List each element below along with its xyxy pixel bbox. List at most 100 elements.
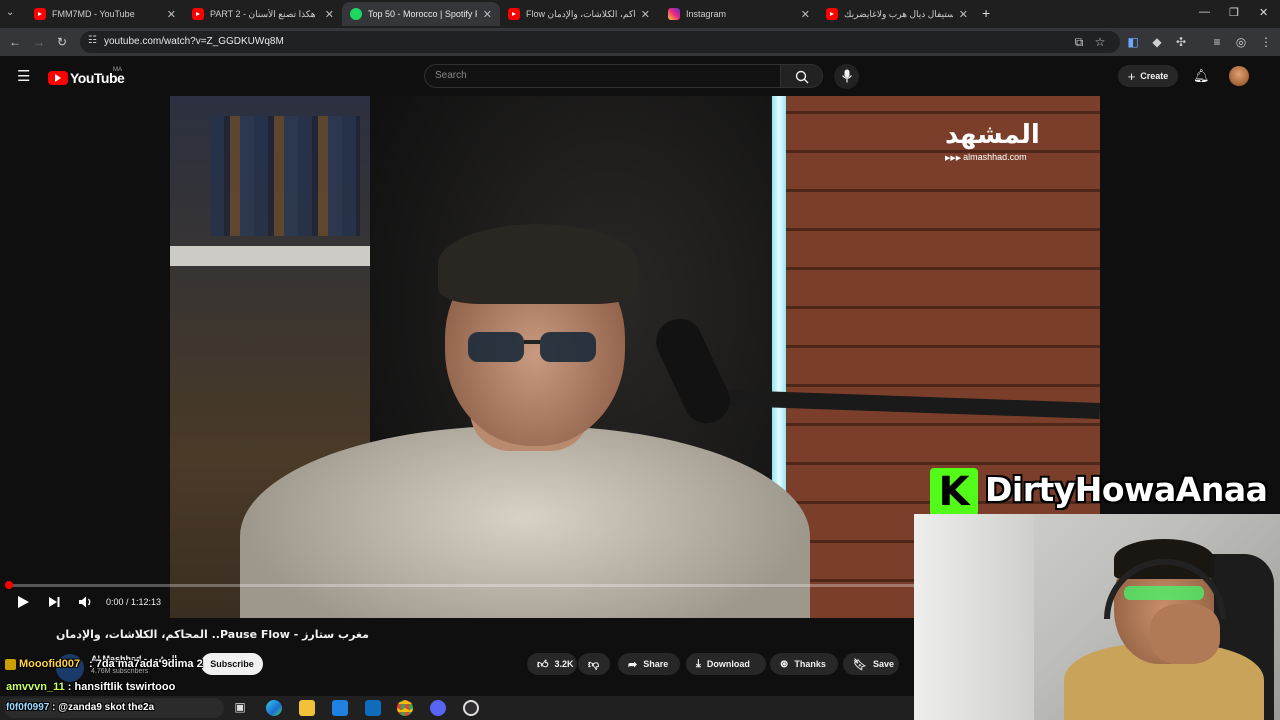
- chat-message: : hansiftlik tswirtooo: [67, 681, 176, 693]
- restore-icon[interactable]: ❐: [1229, 6, 1239, 19]
- webcam-hand: [1150, 604, 1220, 664]
- close-icon[interactable]: ✕: [167, 8, 176, 21]
- account-avatar[interactable]: [1229, 66, 1249, 86]
- next-video-icon[interactable]: [47, 595, 61, 609]
- site-info-icon[interactable]: ☷: [88, 35, 97, 46]
- streamer-webcam: [914, 514, 1280, 720]
- channel-watermark-site: ▶▶▶ almashhad.com: [945, 152, 1027, 162]
- close-icon[interactable]: ✕: [325, 8, 334, 21]
- like-button[interactable]: 👍︎ 3.2K: [527, 653, 577, 675]
- video-books: [210, 116, 360, 236]
- chat-message: : @zanda9 skot the2a: [52, 702, 155, 713]
- video-progress-bar[interactable]: [8, 584, 914, 587]
- video-title: مغرب ستارز - Pause Flow.. المحاكم، الكلا…: [56, 628, 369, 641]
- browser-tab-pause-flow[interactable]: Flow المحاكم، الكلاشات، والإدمان ✕: [500, 2, 658, 26]
- chat-username: Mooofid007: [19, 658, 81, 670]
- minimize-icon[interactable]: —: [1199, 6, 1210, 18]
- close-icon[interactable]: ✕: [959, 8, 968, 21]
- youtube-play-icon: [48, 71, 68, 85]
- dislike-button[interactable]: 👎︎: [578, 653, 610, 675]
- spotify-icon: [350, 8, 362, 20]
- subscribe-button[interactable]: Subscribe: [201, 653, 263, 675]
- media-control-icon[interactable]: ≡: [1210, 35, 1224, 49]
- notifications-bell-icon[interactable]: 🔔︎: [1193, 68, 1210, 84]
- discord-icon[interactable]: [430, 700, 446, 716]
- chat-message: : 7da ma7ada 9dima 2: [89, 658, 203, 670]
- tab-title: فيستيفال ديال هرب ولاغايضربك: [844, 8, 953, 19]
- volume-icon[interactable]: [78, 595, 94, 609]
- profile-icon[interactable]: ◎: [1234, 35, 1248, 49]
- hamburger-menu-icon[interactable]: ☰: [17, 67, 30, 85]
- outlook-icon[interactable]: [365, 700, 381, 716]
- country-code: MA: [113, 67, 122, 73]
- file-explorer-icon[interactable]: [299, 700, 315, 716]
- browser-menu-icon[interactable]: ⋮: [1259, 35, 1273, 49]
- save-bookmark-icon: 🔖︎: [853, 658, 867, 671]
- forward-icon[interactable]: →: [32, 35, 46, 49]
- share-arrow-icon: ➦: [628, 658, 638, 671]
- youtube-icon: [34, 8, 46, 20]
- webcam-glasses: [1124, 586, 1204, 600]
- chat-line: amvvvn_11 : hansiftlik tswirtooo: [6, 681, 175, 693]
- new-tab-button[interactable]: +: [982, 5, 990, 21]
- search-input[interactable]: Search: [435, 70, 467, 81]
- close-icon[interactable]: ✕: [483, 8, 492, 21]
- like-count: 3.2K: [554, 659, 574, 669]
- download-button[interactable]: ⤓ Download: [686, 653, 766, 675]
- translate-extension-icon[interactable]: ◧: [1126, 35, 1140, 49]
- play-icon[interactable]: [16, 595, 30, 609]
- share-button[interactable]: ➦ Share: [618, 653, 680, 675]
- search-button[interactable]: [781, 64, 823, 88]
- youtube-icon: [508, 8, 520, 20]
- url-text[interactable]: youtube.com/watch?v=Z_GGDKUWq8M: [104, 36, 284, 47]
- extensions-puzzle-icon[interactable]: ✣: [1174, 35, 1188, 49]
- browser-tab-festival[interactable]: فيستيفال ديال هرب ولاغايضربك ✕: [818, 2, 976, 26]
- browser-toolbar: ← → ↻ ☷ youtube.com/watch?v=Z_GGDKUWq8M …: [0, 28, 1280, 56]
- save-button[interactable]: 🔖︎ Save: [843, 653, 899, 675]
- instagram-icon: [668, 8, 680, 20]
- tab-search-button[interactable]: ⌄: [6, 7, 14, 18]
- download-icon: ⤓: [696, 657, 701, 670]
- browser-tab-fmm7md[interactable]: FMM7MD - YouTube ✕: [26, 2, 184, 26]
- reload-icon[interactable]: ↻: [55, 35, 69, 49]
- search-bar[interactable]: Search: [424, 64, 781, 88]
- browser-tab-spotify[interactable]: Top 50 - Morocco | Spotify Play ✕: [342, 2, 500, 26]
- diamond-extension-icon[interactable]: ◆: [1150, 35, 1164, 49]
- save-label: Save: [872, 659, 894, 669]
- thanks-button[interactable]: ⊛ Thanks: [770, 653, 838, 675]
- microphone-icon: [842, 69, 852, 83]
- obs-icon[interactable]: [463, 700, 479, 716]
- thumbs-up-icon: 👍︎: [537, 658, 549, 671]
- back-icon[interactable]: ←: [8, 35, 22, 49]
- watermark-site-text: almashhad.com: [963, 152, 1027, 162]
- download-label: Download: [706, 659, 750, 669]
- chat-badge-icon: [5, 659, 16, 670]
- webcam-wall: [914, 514, 1034, 720]
- youtube-icon: [826, 8, 838, 20]
- close-icon[interactable]: ✕: [801, 8, 810, 21]
- task-view-icon[interactable]: ▣: [232, 700, 248, 716]
- browser-tab-instagram[interactable]: Instagram ✕: [660, 2, 818, 26]
- chrome-icon[interactable]: [397, 700, 413, 716]
- youtube-icon: [192, 8, 204, 20]
- bookmark-star-icon[interactable]: ☆: [1093, 35, 1107, 49]
- create-button[interactable]: + Create: [1118, 65, 1178, 87]
- edge-browser-icon[interactable]: [266, 700, 282, 716]
- close-icon[interactable]: ✕: [641, 8, 650, 21]
- voice-search-button[interactable]: [834, 64, 859, 89]
- chat-line: f0f0f0997 : @zanda9 skot the2a: [6, 702, 154, 713]
- address-bar[interactable]: ☷ youtube.com/watch?v=Z_GGDKUWq8M: [80, 31, 1120, 53]
- browser-tab-strip: ⌄ FMM7MD - YouTube ✕ PART 2 - هكذا تصنع …: [0, 0, 1280, 28]
- window-close-icon[interactable]: ✕: [1259, 6, 1268, 19]
- microsoft-store-icon[interactable]: [332, 700, 348, 716]
- search-icon: [795, 70, 809, 84]
- install-app-icon[interactable]: ⧉: [1072, 35, 1086, 49]
- browser-tab-part2[interactable]: PART 2 - هكذا تصنع الأسنان ✕: [184, 2, 342, 26]
- tab-title: Flow المحاكم، الكلاشات، والإدمان: [526, 8, 635, 19]
- progress-scrubber[interactable]: [5, 581, 13, 589]
- tab-title: Instagram: [686, 9, 727, 19]
- watermark-arrows-icon: ▶▶▶: [945, 155, 964, 162]
- video-person-glasses: [468, 332, 596, 362]
- kick-logo-icon: K: [930, 468, 978, 516]
- video-person-hair: [438, 224, 638, 304]
